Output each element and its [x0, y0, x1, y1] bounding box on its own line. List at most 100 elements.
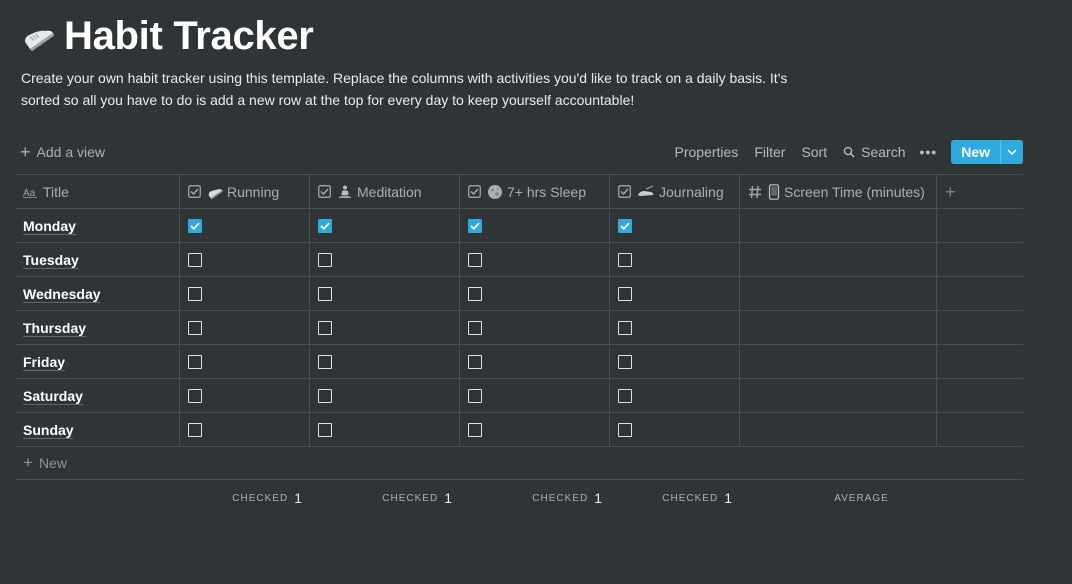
meditation-checkbox[interactable] — [318, 320, 332, 335]
meditation-checkbox[interactable] — [318, 388, 332, 403]
screen-time-cell[interactable] — [740, 311, 937, 344]
empty-cell — [937, 379, 1023, 412]
journaling-cell — [610, 345, 740, 378]
title-cell[interactable]: Tuesday — [15, 243, 180, 276]
page-header: Habit Tracker — [20, 12, 314, 60]
calc-running[interactable]: CHECKED 1 — [180, 480, 310, 516]
new-row-label: New — [38, 455, 67, 471]
running-checkbox[interactable] — [188, 354, 202, 369]
meditation-checkbox[interactable] — [318, 422, 332, 437]
screen-time-cell[interactable] — [740, 413, 937, 446]
journaling-checkbox[interactable] — [618, 252, 632, 267]
meditation-checkbox[interactable] — [318, 354, 332, 369]
add-property-button[interactable]: + — [937, 175, 1023, 208]
empty-cell — [937, 345, 1023, 378]
row-title[interactable]: Wednesday — [23, 286, 101, 302]
column-header-screen-time[interactable]: Screen Time (minutes) — [740, 175, 937, 208]
journaling-checkbox[interactable] — [618, 388, 632, 403]
table-row: Tuesday — [15, 243, 1023, 277]
sleep-checkbox[interactable] — [468, 354, 482, 369]
chevron-down-icon[interactable] — [1000, 140, 1023, 164]
meditation-checkbox[interactable] — [318, 218, 332, 233]
title-cell[interactable]: Friday — [15, 345, 180, 378]
running-cell — [180, 379, 310, 412]
screen-time-cell[interactable] — [740, 243, 937, 276]
sort-button[interactable]: Sort — [801, 144, 827, 160]
calc-sleep[interactable]: CHECKED 1 — [460, 480, 610, 516]
meditation-checkbox[interactable] — [318, 286, 332, 301]
running-checkbox[interactable] — [188, 252, 202, 267]
journaling-cell — [610, 311, 740, 344]
running-cell — [180, 311, 310, 344]
add-view-button[interactable]: + Add a view — [16, 143, 105, 161]
title-cell[interactable]: Thursday — [15, 311, 180, 344]
screen-time-cell[interactable] — [740, 277, 937, 310]
sleep-checkbox[interactable] — [468, 218, 482, 233]
calc-screen-time[interactable]: AVERAGE — [740, 480, 937, 516]
journaling-checkbox[interactable] — [618, 422, 632, 437]
sleep-cell — [460, 345, 610, 378]
column-header-journaling[interactable]: Journaling — [610, 175, 740, 208]
sleep-checkbox[interactable] — [468, 388, 482, 403]
running-checkbox[interactable] — [188, 320, 202, 335]
row-title[interactable]: Friday — [23, 354, 65, 370]
column-label: Title — [43, 183, 69, 200]
row-title[interactable]: Thursday — [23, 320, 86, 336]
more-options-button[interactable]: ••• — [919, 144, 937, 160]
page-description[interactable]: Create your own habit tracker using this… — [21, 67, 811, 111]
calc-journaling[interactable]: CHECKED 1 — [610, 480, 740, 516]
screen-time-cell[interactable] — [740, 379, 937, 412]
running-checkbox[interactable] — [188, 422, 202, 437]
new-row-button[interactable]: + New — [15, 447, 1023, 480]
search-label: Search — [861, 144, 906, 160]
screen-time-cell[interactable] — [740, 209, 937, 242]
sleep-checkbox[interactable] — [468, 422, 482, 437]
running-checkbox[interactable] — [188, 388, 202, 403]
screen-time-cell[interactable] — [740, 345, 937, 378]
journaling-cell — [610, 243, 740, 276]
row-title[interactable]: Monday — [23, 218, 76, 234]
title-cell[interactable]: Sunday — [15, 413, 180, 446]
journaling-checkbox[interactable] — [618, 320, 632, 335]
search-icon — [843, 146, 855, 158]
mobile-phone-icon — [768, 183, 780, 200]
filter-button[interactable]: Filter — [754, 144, 785, 160]
moon-icon — [487, 184, 503, 200]
row-title[interactable]: Sunday — [23, 422, 74, 438]
title-cell[interactable]: Saturday — [15, 379, 180, 412]
empty-cell — [937, 311, 1023, 344]
page-title[interactable]: Habit Tracker — [64, 14, 314, 59]
properties-button[interactable]: Properties — [675, 144, 739, 160]
sleep-checkbox[interactable] — [468, 286, 482, 301]
journaling-checkbox[interactable] — [618, 218, 632, 233]
number-property-icon — [748, 185, 762, 199]
title-cell[interactable]: Wednesday — [15, 277, 180, 310]
running-shoe-icon[interactable] — [20, 18, 56, 54]
column-header-running[interactable]: Running — [180, 175, 310, 208]
running-checkbox[interactable] — [188, 218, 202, 233]
row-title[interactable]: Saturday — [23, 388, 83, 404]
sleep-checkbox[interactable] — [468, 252, 482, 267]
meditation-cell — [310, 345, 460, 378]
calc-title[interactable] — [15, 480, 180, 516]
row-title[interactable]: Tuesday — [23, 252, 79, 268]
column-header-meditation[interactable]: Meditation — [310, 175, 460, 208]
search-button[interactable]: Search — [843, 144, 905, 160]
running-checkbox[interactable] — [188, 286, 202, 301]
journaling-checkbox[interactable] — [618, 286, 632, 301]
checkbox-property-icon — [618, 185, 631, 198]
meditation-cell — [310, 243, 460, 276]
meditation-cell — [310, 277, 460, 310]
title-cell[interactable]: Monday — [15, 209, 180, 242]
plus-icon: + — [20, 142, 31, 162]
meditation-cell — [310, 413, 460, 446]
journaling-checkbox[interactable] — [618, 354, 632, 369]
empty-cell — [937, 277, 1023, 310]
column-header-title[interactable]: Aa Title — [15, 175, 180, 208]
column-header-sleep[interactable]: 7+ hrs Sleep — [460, 175, 610, 208]
new-button[interactable]: New — [951, 140, 1023, 164]
calc-meditation[interactable]: CHECKED 1 — [310, 480, 460, 516]
column-label: Screen Time (minutes) — [784, 183, 925, 200]
sleep-checkbox[interactable] — [468, 320, 482, 335]
meditation-checkbox[interactable] — [318, 252, 332, 267]
